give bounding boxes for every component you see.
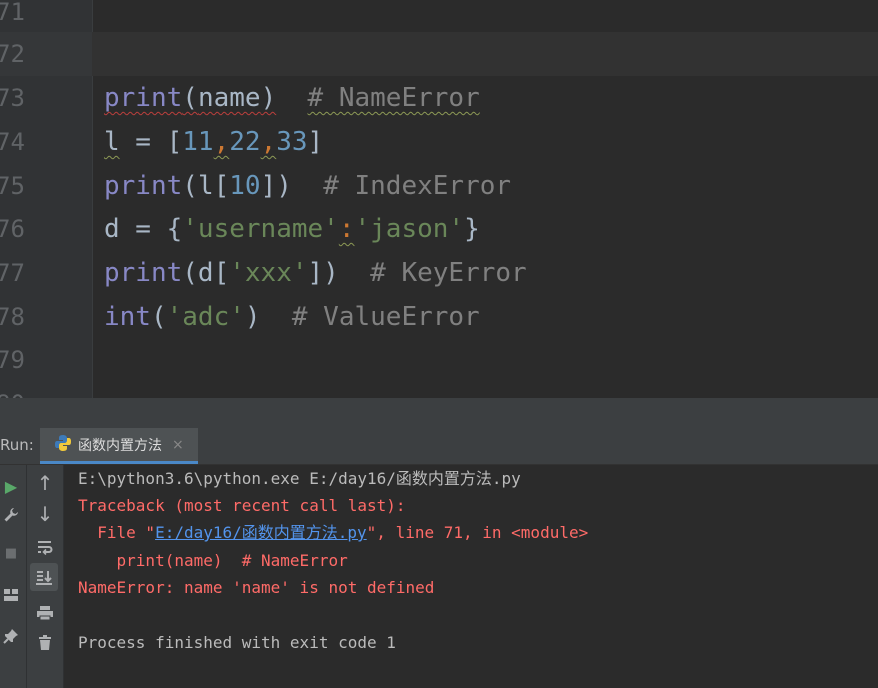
- settings-wrench-icon[interactable]: [0, 499, 22, 531]
- python-icon: [54, 434, 72, 456]
- arrow-down-icon[interactable]: ↓: [29, 498, 61, 530]
- close-icon[interactable]: ×: [172, 437, 184, 453]
- rerun-icon[interactable]: ▶: [0, 470, 22, 502]
- line-number: 71: [0, 0, 25, 26]
- line-number: 74: [0, 128, 25, 156]
- panel-splitter[interactable]: [0, 398, 878, 428]
- print-icon[interactable]: [29, 597, 61, 629]
- line-number: 75: [0, 172, 25, 200]
- code-editor[interactable]: 71 72 73 74 75 76 77 78 79 80 print(name…: [0, 0, 878, 398]
- console-command: E:\python3.6\python.exe E:/day16/函数内置方法.…: [78, 469, 521, 488]
- code-line-74[interactable]: l = [11,22,33]: [104, 120, 323, 164]
- scroll-to-end-icon[interactable]: [30, 563, 58, 591]
- run-tab-title: 函数内置方法: [78, 437, 162, 454]
- code-line-76[interactable]: d = {'username':'jason'}: [104, 207, 480, 251]
- run-toolbar-primary: ▶ ■: [0, 465, 27, 688]
- soft-wrap-icon[interactable]: [29, 531, 61, 563]
- layout-icon[interactable]: [0, 579, 22, 611]
- run-tab[interactable]: 函数内置方法 ×: [40, 428, 198, 464]
- file-link[interactable]: E:/day16/函数内置方法.py: [155, 523, 367, 542]
- run-label: Run:: [0, 436, 34, 454]
- line-number: 77: [0, 259, 25, 287]
- line-number: 73: [0, 84, 25, 112]
- console-output[interactable]: E:\python3.6\python.exe E:/day16/函数内置方法.…: [64, 465, 878, 688]
- code-line-77[interactable]: print(d['xxx']) # KeyError: [104, 251, 527, 295]
- code-line-78[interactable]: int('adc') # ValueError: [104, 295, 480, 339]
- pin-icon[interactable]: [0, 620, 22, 652]
- line-number: 76: [0, 215, 25, 243]
- current-line-highlight: [0, 32, 878, 76]
- code-line-73[interactable]: print(name) # NameError: [104, 76, 480, 120]
- console-finish: Process finished with exit code 1: [78, 633, 396, 652]
- console-source: print(name) # NameError: [78, 551, 348, 570]
- trash-icon[interactable]: [29, 627, 61, 659]
- console-file-line: File "E:/day16/函数内置方法.py", line 71, in <…: [78, 523, 589, 542]
- line-number: 72: [0, 40, 25, 68]
- console-traceback: Traceback (most recent call last):: [78, 496, 406, 515]
- run-toolbar-secondary: ↑ ↓: [27, 465, 64, 688]
- line-number: 78: [0, 303, 25, 331]
- stop-icon[interactable]: ■: [0, 537, 22, 569]
- code-line-75[interactable]: print(l[10]) # IndexError: [104, 164, 511, 208]
- console-error: NameError: name 'name' is not defined: [78, 578, 435, 597]
- run-panel-header: Run: 函数内置方法 ×: [0, 428, 878, 465]
- line-number: 80: [0, 382, 25, 398]
- arrow-up-icon[interactable]: ↑: [29, 467, 61, 499]
- line-number: 79: [0, 346, 25, 374]
